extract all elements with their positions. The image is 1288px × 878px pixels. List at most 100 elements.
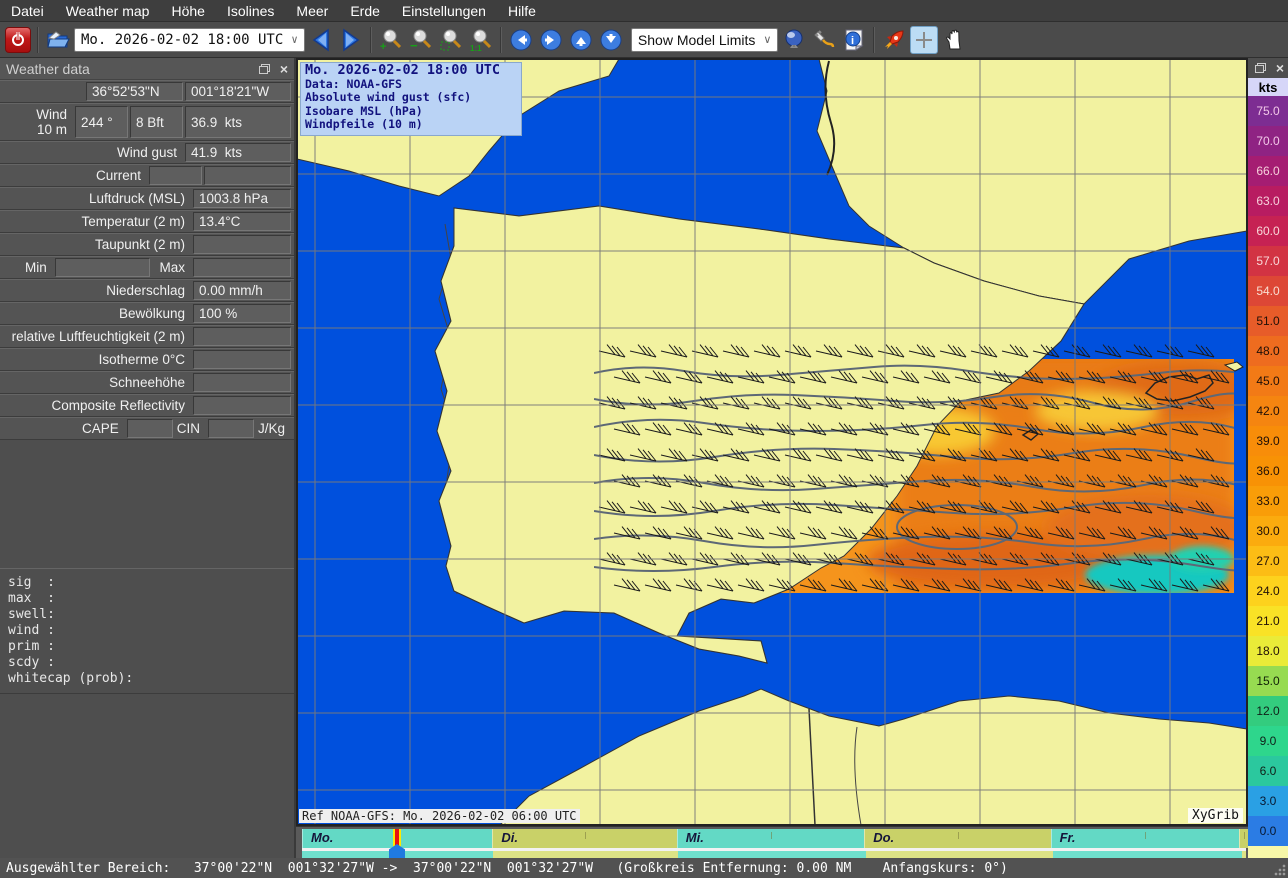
menu-meer[interactable]: Meer (285, 1, 339, 21)
current-label: Current (3, 168, 147, 183)
model-limits-combobox[interactable]: Show Model Limits ∨ (631, 28, 779, 52)
toolbar-separator (500, 27, 502, 53)
sea-state-block: sig : max : swell: wind : prim : scdy : … (0, 568, 294, 694)
max-value (193, 258, 291, 277)
colorbar-scale: 75.070.066.063.060.057.054.051.048.045.0… (1248, 96, 1288, 846)
map-layer-2: Isobare MSL (hPa) (305, 105, 517, 119)
cloud-value: 100 % (193, 304, 291, 323)
timeline-day-Sa[interactable]: Sa. (1239, 829, 1248, 848)
timeline-day-Di[interactable]: Di. (492, 829, 676, 848)
close-panel-icon[interactable]: × (280, 64, 288, 74)
globe-icon (782, 28, 806, 52)
map-info-box: Mo. 2026-02-02 18:00 UTC Data: NOAA-GFS … (300, 62, 522, 136)
jkg-label: J/Kg (254, 421, 291, 436)
open-file-button[interactable] (44, 26, 72, 54)
zoom-actual-button[interactable]: 1:1 (467, 26, 495, 54)
cape-label: CAPE (3, 421, 125, 436)
menu-erde[interactable]: Erde (339, 1, 391, 21)
colorbar-cell: 9.0 (1248, 726, 1288, 756)
map-datetime: Mo. 2026-02-02 18:00 UTC (305, 64, 517, 78)
menu-datei[interactable]: Datei (0, 1, 55, 21)
prev-timestep-button[interactable] (307, 26, 335, 54)
datetime-combobox[interactable]: Mo. 2026-02-02 18:00 UTC ∨ (74, 28, 305, 52)
humidity-value (193, 327, 291, 346)
cape-row: CAPE CIN J/Kg (0, 417, 294, 440)
current-dir-value (149, 166, 202, 185)
wind-beaufort-value: 8 Bft (130, 106, 183, 138)
wind-label: Wind 10 m (3, 107, 73, 137)
wind-speed-value: 36.9 kts (185, 106, 291, 138)
crosshair-tool-button[interactable] (910, 26, 938, 54)
float-panel-icon[interactable] (259, 64, 270, 74)
colorbar-panel: × kts 75.070.066.063.060.057.054.051.048… (1248, 58, 1288, 858)
globe-button[interactable] (780, 26, 808, 54)
distance-tool-button[interactable] (880, 26, 908, 54)
colorbar-cell: 27.0 (1248, 546, 1288, 576)
colorbar-cell: 63.0 (1248, 186, 1288, 216)
weather-panel-titlebar[interactable]: Weather data × (0, 58, 294, 80)
colorbar-cell: 75.0 (1248, 96, 1288, 126)
weather-map-svg (297, 59, 1247, 825)
menu-weather-map[interactable]: Weather map (55, 1, 161, 21)
grib-info-button[interactable]: i (840, 26, 868, 54)
snow-value (193, 373, 291, 392)
isotherm-label: Isotherme 0°C (3, 352, 191, 367)
snow-row: Schneehöhe (0, 371, 294, 394)
colorbar-cell: 51.0 (1248, 306, 1288, 336)
zoom-select-button[interactable] (437, 26, 465, 54)
min-label: Min (3, 260, 53, 275)
current-speed-value (204, 166, 291, 185)
timeline-day-Mi[interactable]: Mi. (677, 829, 864, 848)
connect-button[interactable] (810, 26, 838, 54)
pressure-label: Luftdruck (MSL) (3, 191, 191, 206)
menu-isolines[interactable]: Isolines (216, 1, 285, 21)
timeline-day-Fr[interactable]: Fr. (1051, 829, 1239, 848)
gust-row: Wind gust 41.9 kts (0, 141, 294, 164)
map-layer-3: Windpfeile (10 m) (305, 118, 517, 132)
zoom-in-button[interactable]: + (377, 26, 405, 54)
pan-down-button[interactable] (597, 26, 625, 54)
float-panel-icon[interactable] (1255, 63, 1266, 73)
colorbar-cell: 12.0 (1248, 696, 1288, 726)
timeline-track-segment (678, 851, 866, 858)
menu-hilfe[interactable]: Hilfe (497, 1, 547, 21)
timeline-days: Mo.Di.Mi.Do.Fr.Sa. (302, 829, 1248, 848)
temperature-row: Temperatur (2 m) 13.4°C (0, 210, 294, 233)
humidity-label: relative Luftfeuchtigkeit (2 m) (3, 329, 191, 344)
quit-button[interactable] (4, 26, 32, 54)
pan-up-icon (569, 28, 593, 52)
menu-höhe[interactable]: Höhe (160, 1, 215, 21)
colorbar-cell: 24.0 (1248, 576, 1288, 606)
colorbar-unit: kts (1248, 78, 1288, 96)
timeline-track-segment (1053, 851, 1242, 858)
dewpoint-label: Taupunkt (2 m) (3, 237, 191, 252)
colorbar-cell: 54.0 (1248, 276, 1288, 306)
pan-left-button[interactable] (507, 26, 535, 54)
reflectivity-value (193, 396, 291, 415)
resize-grip[interactable] (1274, 864, 1286, 876)
pan-up-button[interactable] (567, 26, 595, 54)
pan-tool-button[interactable] (940, 26, 968, 54)
map-layer-1: Absolute wind gust (sfc) (305, 91, 517, 105)
colorbar-cell: 70.0 (1248, 126, 1288, 156)
zoom-out-button[interactable]: − (407, 26, 435, 54)
minmax-row: Min Max (0, 256, 294, 279)
svg-text:1:1: 1:1 (470, 44, 482, 52)
status-bar: Ausgewählter Bereich: 37°00'22"N 001°32'… (0, 858, 1288, 878)
pan-down-icon (599, 28, 623, 52)
plug-icon (812, 28, 836, 52)
menu-einstellungen[interactable]: Einstellungen (391, 1, 497, 21)
menu-bar: DateiWeather mapHöheIsolinesMeerErdeEins… (0, 0, 1288, 22)
timeline-track-segment (1242, 851, 1246, 858)
colorbar-cell: 30.0 (1248, 516, 1288, 546)
map-canvas[interactable]: Mo. 2026-02-02 18:00 UTC Data: NOAA-GFS … (296, 58, 1248, 826)
zoom-in-icon: + (379, 28, 403, 52)
timeline[interactable]: Mo.Di.Mi.Do.Fr.Sa. (296, 826, 1248, 858)
close-panel-icon[interactable]: × (1276, 63, 1284, 73)
max-label: Max (150, 260, 191, 275)
colorbar-cell: 66.0 (1248, 156, 1288, 186)
next-timestep-button[interactable] (337, 26, 365, 54)
timeline-day-Do[interactable]: Do. (864, 829, 1050, 848)
model-limits-value: Show Model Limits (638, 32, 756, 48)
pan-right-button[interactable] (537, 26, 565, 54)
